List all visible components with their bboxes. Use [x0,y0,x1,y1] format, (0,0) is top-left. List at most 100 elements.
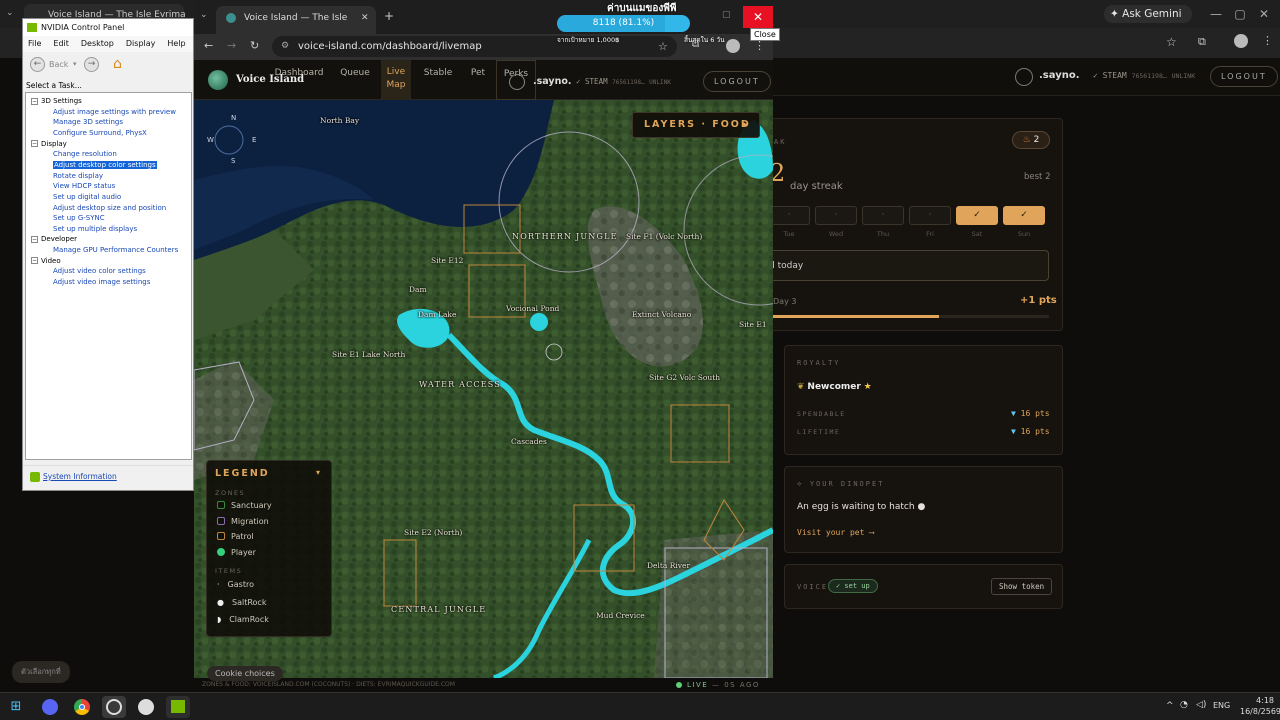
legend-collapse-icon[interactable]: ▾ [316,468,320,477]
tree-category[interactable]: − Video [31,256,61,266]
streak-day-label: Sun [1017,230,1031,238]
windows-start-icon[interactable]: ⊞ [4,696,28,718]
bookmark-star-icon[interactable]: ☆ [658,36,668,57]
nav-pet[interactable]: Pet [465,60,491,100]
legend-item[interactable]: · Gastro [217,580,254,589]
home-icon[interactable]: ⌂ [113,55,131,73]
nvidia-title-bar[interactable]: NVIDIA Control Panel [23,19,193,36]
profile-avatar[interactable] [1234,34,1248,48]
legend-zone-item[interactable]: Player [217,547,256,557]
profile-avatar[interactable] [726,39,740,53]
map-legend[interactable]: LEGEND ▾ ZONES Sanctuary Migration Patrol P… [206,460,332,637]
bookmark-star-icon[interactable]: ☆ [1166,35,1177,49]
nvidia-taskbar-icon[interactable] [166,696,190,718]
visit-pet-link[interactable]: Visit your pet ⟶ [797,528,874,537]
steam-icon[interactable] [102,696,126,718]
back-arrow-icon[interactable]: ← [204,39,213,52]
tree-item-label: Rotate display [53,171,103,180]
menu-desktop[interactable]: Desktop [81,39,114,48]
close-tab-icon[interactable]: ✕ [361,6,369,30]
nav-queue[interactable]: Queue [336,60,374,100]
show-token-button[interactable]: Show token [991,578,1053,595]
extensions-icon[interactable]: ⧉ [1198,35,1206,49]
streak-day-label: Fri [926,230,934,238]
game-app-icon[interactable] [134,696,158,718]
tab-search-icon[interactable]: ⌄ [200,10,208,20]
tree-item[interactable]: Rotate display [53,171,103,181]
legend-item[interactable]: ● SaltRock [217,598,266,607]
live-map[interactable]: N W E S North Bay NORTHERN JUNGLE Site E12… [194,100,773,678]
task-tree: −3D Settings Adjust image settings with p… [25,92,192,460]
tree-item-label: Configure Surround, PhysX [53,128,147,137]
streak-day-box: ✓ [1003,206,1045,225]
streak-card: AK ♨ 2 2 day streak best 2 · Tue · Wed · Thu ·… [765,118,1063,331]
tree-item[interactable]: Set up multiple displays [53,224,137,234]
tree-category[interactable]: −3D Settings [31,96,82,106]
tree-item[interactable]: Manage 3D settings [53,117,123,127]
tree-item[interactable]: Adjust video image settings [53,277,150,287]
clock[interactable]: 4:18 16/8/2569 [1240,695,1280,717]
streak-count-badge: ♨ 2 [1012,131,1050,149]
language-options-pill[interactable]: ตัวเลือกทุกที่ [12,661,70,683]
volume-icon[interactable]: ◁) [1196,700,1206,710]
close-icon[interactable]: ✕ [1244,0,1280,28]
collapse-icon[interactable]: − [31,140,38,148]
window-close-button[interactable]: ✕ [743,6,773,28]
legend-zone-item[interactable]: Sanctuary [217,501,272,510]
logout-button[interactable]: LOGOUT [1210,66,1278,87]
tree-item[interactable]: Set up digital audio [53,192,121,202]
active-tab[interactable]: Voice Island — The Isle Evrima ✕ [216,6,376,47]
layers-food-button[interactable]: LAYERS · FOOD ▸ [632,112,760,138]
maximize-icon[interactable]: ▢ [722,10,731,20]
tree-category[interactable]: − Display [31,139,67,149]
dinopet-title: ⟡ YOUR DINOPET [797,480,885,488]
discord-icon[interactable] [38,696,62,718]
tree-item-selected[interactable]: Adjust desktop color settings [53,160,157,170]
map-place-label: Dam [409,285,427,294]
legend-zone-item[interactable]: Patrol [217,532,254,541]
collapse-icon[interactable]: − [31,235,38,243]
menu-help[interactable]: Help [167,39,185,48]
tree-category-label: Video [41,256,61,265]
royalty-card: ROYALTY ❦ Newcomer ★ SPENDABLE ▼ 16 pts … [784,345,1063,455]
chrome-icon[interactable] [70,696,94,718]
tree-item[interactable]: Adjust image settings with preview [53,107,176,117]
cookie-choices-button[interactable]: Cookie choices [207,666,283,681]
back-dropdown-icon[interactable]: ▾ [73,60,77,68]
tree-item[interactable]: View HDCP status [53,181,115,191]
back-arrow-icon[interactable]: ← [30,57,45,72]
reload-icon[interactable]: ↻ [250,39,259,52]
collapse-icon[interactable]: − [31,97,38,105]
tree-item[interactable]: Adjust desktop size and position [53,203,166,213]
tree-item[interactable]: Set up G-SYNC [53,213,105,223]
menu-icon[interactable]: ⋮ [1262,34,1273,47]
collapse-icon[interactable]: − [31,257,38,265]
tree-item[interactable]: Adjust video color settings [53,266,146,276]
site-info-icon[interactable]: ⚙ [281,36,289,57]
network-icon[interactable]: ◔ [1180,700,1188,710]
tree-item[interactable]: Manage GPU Performance Counters [53,245,178,255]
tree-category[interactable]: − Developer [31,234,77,244]
system-information-link[interactable]: System Information [43,472,117,481]
tree-item[interactable]: Configure Surround, PhysX [53,128,147,138]
nav-dashboard[interactable]: Dashboard [274,60,324,100]
tree-item[interactable]: Change resolution [53,149,117,159]
legend-swatch [217,516,225,525]
legend-item[interactable]: ◗ ClamRock [217,615,269,624]
menu-edit[interactable]: Edit [53,39,69,48]
menu-file[interactable]: File [28,39,41,48]
user-avatar[interactable] [509,74,525,90]
tab-search-icon[interactable]: ⌄ [6,8,20,20]
logout-button[interactable]: LOGOUT [703,71,771,92]
user-avatar[interactable] [1015,68,1033,86]
new-tab-icon[interactable]: + [384,9,394,23]
menu-display[interactable]: Display [126,39,156,48]
nav-stable[interactable]: Stable [420,60,456,100]
forward-arrow-icon[interactable]: → [227,39,236,52]
ask-gemini-button[interactable]: ✦ Ask Gemini [1104,5,1192,23]
legend-zone-item[interactable]: Migration [217,516,269,526]
input-language[interactable]: ENG [1213,701,1230,710]
nav-live-map[interactable]: Live Map [381,60,411,100]
forward-arrow-icon[interactable]: → [84,57,99,72]
tray-overflow-icon[interactable]: ^ [1166,701,1174,711]
